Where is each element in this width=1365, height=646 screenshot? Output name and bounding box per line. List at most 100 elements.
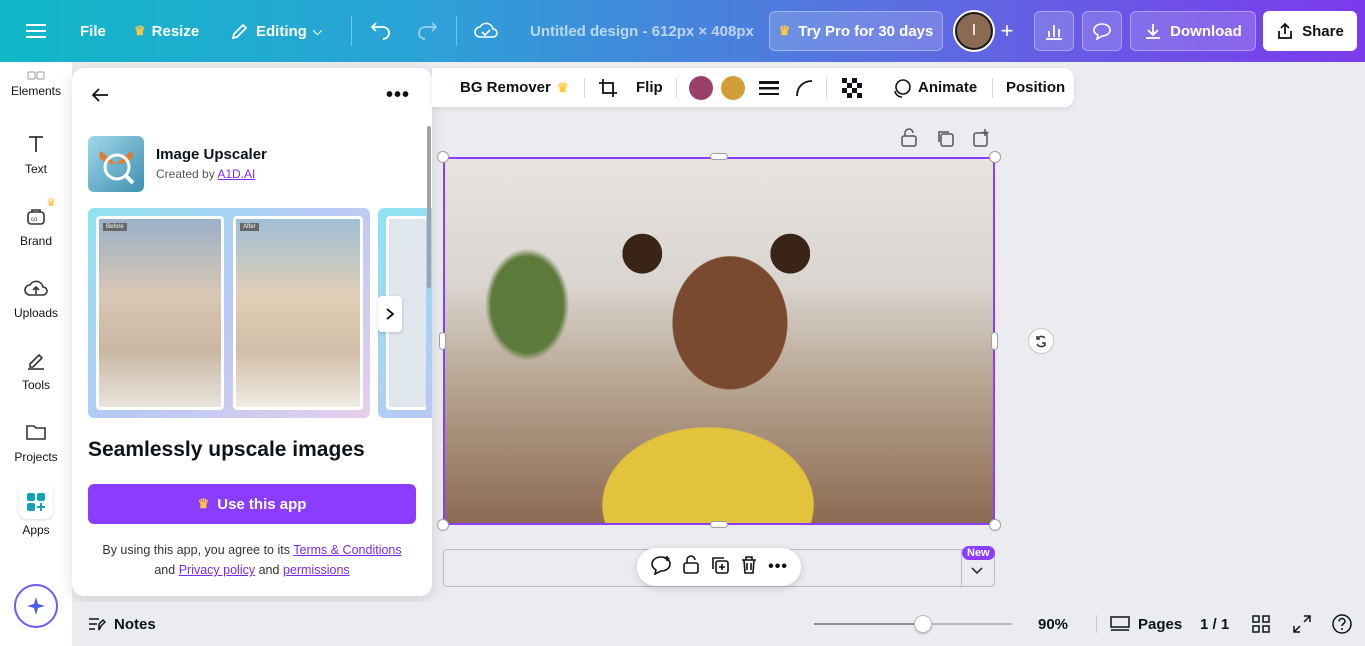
- share-icon: [1276, 22, 1294, 40]
- app-logo: [88, 136, 144, 192]
- resize-handle-bottom[interactable]: [710, 521, 728, 528]
- resize-handle-top[interactable]: [710, 153, 728, 160]
- trash-icon[interactable]: [740, 555, 758, 580]
- design-canvas[interactable]: [443, 157, 995, 525]
- resize-handle-left[interactable]: [439, 332, 446, 350]
- flip-label: Flip: [636, 79, 663, 96]
- carousel-next-button[interactable]: [378, 296, 402, 332]
- position-button[interactable]: Position: [1006, 68, 1065, 107]
- sidebar-item-elements[interactable]: Elements: [0, 66, 72, 98]
- download-label: Download: [1170, 23, 1242, 40]
- animate-button[interactable]: Animate: [892, 68, 977, 107]
- sidebar-item-label: Uploads: [14, 306, 58, 320]
- resize-handle-right[interactable]: [991, 332, 998, 350]
- privacy-link[interactable]: Privacy policy: [179, 563, 255, 577]
- redo-button[interactable]: [416, 0, 438, 62]
- permissions-link[interactable]: permissions: [283, 563, 350, 577]
- app-panel: ••• Image Upscaler Created by A1D.AI Bef…: [72, 68, 432, 596]
- duplicate-icon[interactable]: [710, 555, 730, 580]
- zoom-slider[interactable]: [814, 623, 1012, 625]
- sidebar-item-projects[interactable]: Projects: [0, 418, 72, 464]
- border-style-button[interactable]: [759, 68, 779, 107]
- color-swatch-1[interactable]: [689, 68, 713, 107]
- resize-handle-tr[interactable]: [989, 151, 1001, 163]
- share-label: Share: [1302, 23, 1344, 40]
- more-icon[interactable]: •••: [768, 558, 788, 576]
- resize-handle-br[interactable]: [989, 519, 1001, 531]
- lock-icon[interactable]: [900, 128, 918, 153]
- girl-photo[interactable]: [445, 159, 993, 523]
- try-pro-button[interactable]: ♛Try Pro for 30 days: [769, 11, 943, 51]
- add-collaborator-button[interactable]: +: [988, 12, 1026, 50]
- menu-icon[interactable]: [26, 0, 46, 62]
- comments-button[interactable]: [1082, 11, 1122, 51]
- resize-button[interactable]: ♛Resize: [134, 0, 199, 62]
- color-swatch-2[interactable]: [721, 68, 745, 107]
- folder-icon: [22, 418, 50, 446]
- magic-assistant-button[interactable]: [14, 584, 58, 628]
- file-menu[interactable]: File: [80, 0, 106, 62]
- crop-icon: [598, 78, 618, 98]
- panel-scrollbar[interactable]: [424, 126, 432, 462]
- corner-rounding-button[interactable]: [795, 68, 813, 107]
- insights-button[interactable]: [1034, 11, 1074, 51]
- position-label: Position: [1006, 79, 1065, 96]
- zoom-slider-fill: [814, 623, 923, 625]
- editing-label: Editing: [256, 23, 307, 40]
- add-page-icon[interactable]: [972, 128, 990, 153]
- zoom-level[interactable]: 90%: [1038, 602, 1068, 646]
- terms-prefix: By using this app, you agree to its: [102, 543, 290, 557]
- sidebar-item-label: Apps: [22, 523, 49, 537]
- download-button[interactable]: Download: [1130, 11, 1256, 51]
- back-arrow-icon[interactable]: [90, 86, 110, 109]
- design-title[interactable]: Untitled design - 612px × 408px: [530, 0, 754, 62]
- crown-icon: ♛: [779, 23, 791, 39]
- rotate-button[interactable]: [1028, 328, 1054, 354]
- pages-label: Pages: [1138, 616, 1182, 633]
- undo-button[interactable]: [370, 0, 392, 62]
- bg-remover-label: BG Remover: [460, 79, 551, 96]
- sidebar-item-uploads[interactable]: Uploads: [0, 274, 72, 320]
- add-comment-icon[interactable]: [650, 555, 672, 580]
- and-text: and: [154, 563, 175, 577]
- share-button[interactable]: Share: [1263, 11, 1357, 51]
- left-sidebar: Elements Text co♛ Brand Uploads Tools Pr…: [0, 62, 72, 646]
- sidebar-item-text[interactable]: Text: [0, 130, 72, 176]
- sidebar-item-tools[interactable]: Tools: [0, 346, 72, 392]
- sidebar-item-brand[interactable]: co♛ Brand: [0, 202, 72, 248]
- apps-icon: [19, 485, 53, 519]
- cloud-saved-icon[interactable]: [474, 0, 498, 62]
- chevron-down-icon[interactable]: [971, 562, 983, 580]
- grid-view-icon[interactable]: [1252, 602, 1270, 646]
- transparency-button[interactable]: [842, 68, 862, 107]
- notes-button[interactable]: Notes: [88, 602, 156, 646]
- editing-dropdown[interactable]: Editing ⌵: [230, 0, 322, 62]
- chevron-down-icon: ⌵: [313, 24, 322, 39]
- before-tag: Before: [103, 223, 127, 231]
- crown-icon: ♛: [198, 496, 210, 512]
- bg-remover-button[interactable]: BG Remover ♛: [460, 68, 569, 107]
- help-icon[interactable]: [1331, 602, 1353, 646]
- download-icon: [1144, 22, 1162, 40]
- creator-link[interactable]: A1D.AI: [217, 167, 255, 181]
- resize-handle-tl[interactable]: [437, 151, 449, 163]
- elements-icon: [22, 66, 50, 80]
- flip-button[interactable]: Flip: [636, 68, 663, 107]
- pages-icon: [1110, 615, 1130, 633]
- duplicate-page-icon[interactable]: [936, 129, 954, 152]
- notes-icon: [88, 616, 106, 632]
- zoom-slider-knob[interactable]: [914, 615, 932, 633]
- crop-button[interactable]: [598, 68, 618, 107]
- use-this-app-button[interactable]: ♛ Use this app: [88, 484, 416, 524]
- lock-icon[interactable]: [682, 555, 700, 580]
- pages-button[interactable]: Pages: [1110, 602, 1182, 646]
- resize-handle-bl[interactable]: [437, 519, 449, 531]
- draw-tool-icon: [22, 346, 50, 374]
- fullscreen-icon[interactable]: [1293, 602, 1311, 646]
- page-counter[interactable]: 1 / 1: [1200, 602, 1229, 646]
- more-options-icon[interactable]: •••: [386, 84, 410, 107]
- sidebar-item-apps[interactable]: Apps: [0, 485, 72, 537]
- terms-link[interactable]: Terms & Conditions: [293, 543, 401, 557]
- app-name: Image Upscaler: [156, 146, 267, 163]
- text-icon: [22, 130, 50, 158]
